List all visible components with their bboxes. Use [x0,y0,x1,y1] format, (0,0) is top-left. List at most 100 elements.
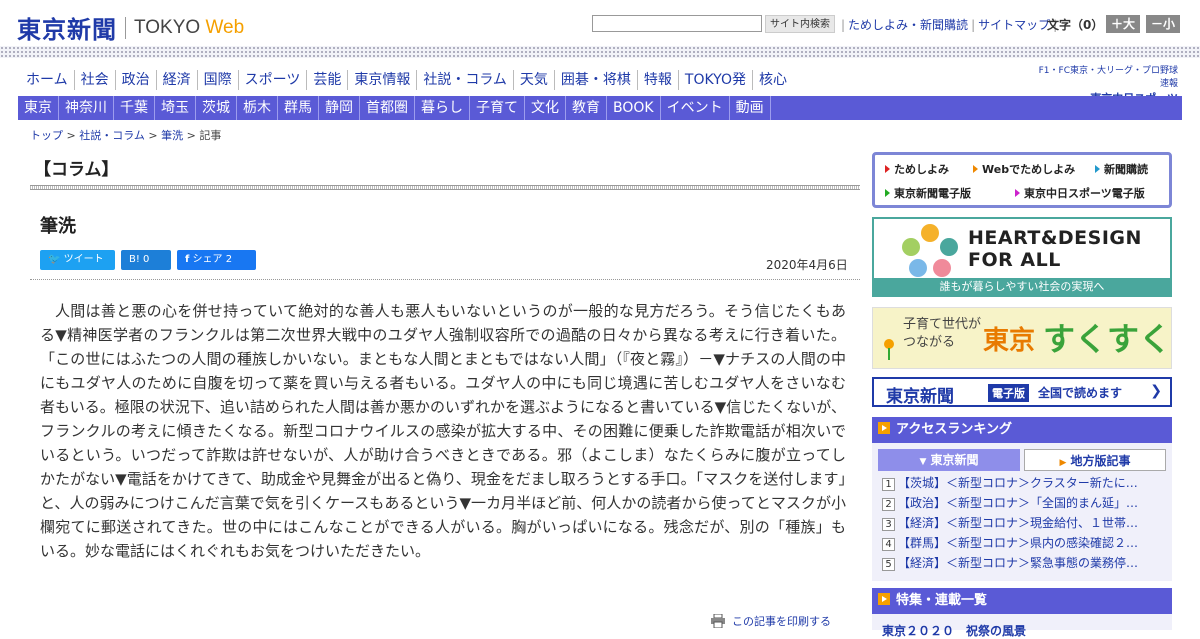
facebook-icon: f [185,254,190,265]
nav-society[interactable]: 社会 [75,70,116,90]
ranking-item-text: 【経済】＜新型コロナ＞緊急事態の業務停… [898,556,1139,570]
logo-separator [125,16,126,39]
sports-logo-line1: F1・FC東京・大リーグ・プロ野球速報 [1038,66,1178,89]
ranking-item[interactable]: 3 【経済】＜新型コロナ＞現金給付、１世帯… [882,513,1162,533]
ranking-item[interactable]: 4 【群馬】＜新型コロナ＞県内の感染確認２… [882,533,1162,553]
chevron-right-icon: ❯ [1150,383,1162,399]
rank-number: 3 [882,518,895,531]
heart-design-bar: 誰もが暮らしやすい社会の実現へ [874,278,1170,295]
region-capital-area[interactable]: 首都圏 [360,96,415,120]
breadcrumb: トップ > 社説・コラム > 筆洗 > 記事 [30,129,222,142]
facebook-share-label: シェア 2 [192,254,233,265]
sukusuku-tagline: 子育て世代が つながる [903,316,981,352]
sukusuku-brand: すくすく [1043,320,1172,358]
link-subscribe-label: 新聞購読 [1104,163,1148,176]
nav-economy[interactable]: 経済 [157,70,198,90]
tab-tokyo-shimbun[interactable]: ▼ 東京新聞 [878,449,1020,471]
top-bar: 東京新聞 TOKYO Web サイト内検索 | ためしよみ・新聞購読 | サイトマップ… [0,0,1200,46]
region-tokyo[interactable]: 東京 [18,96,59,120]
ranking-item-text: 【群馬】＜新型コロナ＞県内の感染確認２… [898,536,1139,550]
ranking-item-text: 【経済】＜新型コロナ＞現金給付、１世帯… [898,516,1139,530]
print-label: この記事を印刷する [732,615,831,628]
region-book[interactable]: BOOK [607,96,661,120]
nav-politics[interactable]: 政治 [116,70,157,90]
digital-edition-badge: 電子版 [988,384,1029,402]
printer-icon [711,614,725,628]
features-box: 特集・連載一覧 東京２０２０ 祝祭の風景 [872,588,1172,638]
facebook-share-button[interactable]: f シェア 2 [177,250,256,270]
nav-editorial-column[interactable]: 社説・コラム [417,70,514,90]
triangle-right-icon [885,189,890,197]
text-size-up-button[interactable]: ＋大 [1106,15,1141,33]
link-trial-label: ためしよみ [894,163,949,176]
link-web-trial[interactable]: Webでためしよみ [973,161,1075,177]
hatena-bookmark-button[interactable]: B! 0 [121,250,171,270]
nav-entertainment[interactable]: 芸能 [307,70,349,90]
triangle-right-icon [1095,165,1100,173]
nav-tokyo-info[interactable]: 東京情報 [348,70,418,90]
heart-design-banner[interactable]: HEART&DESIGN FOR ALL 誰もが暮らしやすい社会の実現へ [872,217,1172,297]
triangle-down-icon: ▼ [919,457,927,467]
region-living[interactable]: 暮らし [415,96,470,120]
region-video[interactable]: 動画 [730,96,771,120]
region-parenting[interactable]: 子育て [470,96,525,120]
region-education[interactable]: 教育 [566,96,607,120]
ranking-item[interactable]: 5 【経済】＜新型コロナ＞緊急事態の業務停… [882,553,1162,573]
tweet-button[interactable]: 🐦 ツイート [40,250,115,270]
nav-special-report[interactable]: 特報 [638,70,679,90]
tab-local-articles[interactable]: ▶ 地方版記事 [1024,449,1166,471]
region-gunma[interactable]: 群馬 [278,96,319,120]
region-saitama[interactable]: 埼玉 [155,96,196,120]
sukusuku-banner[interactable]: 子育て世代が つながる 東京 すくすく [872,307,1172,369]
ranking-item[interactable]: 2 【政治】＜新型コロナ＞「全国的まん延」… [882,493,1162,513]
logo-en-a: TOKYO [134,16,201,38]
nav-international[interactable]: 国際 [198,70,239,90]
region-events[interactable]: イベント [661,96,730,120]
nav-sports[interactable]: スポーツ [239,70,308,90]
access-ranking: アクセスランキング ▼ 東京新聞 ▶ 地方版記事 1 【茨城】＜新型コロナ＞クラス… [872,417,1172,581]
heart-design-title: HEART&DESIGN FOR ALL [968,227,1142,271]
trial-subscribe-link[interactable]: ためしよみ・新聞購読 [848,18,968,32]
nav-weather[interactable]: 天気 [514,70,555,90]
main-nav: ホーム 社会 政治 経済 国際 スポーツ 芸能 東京情報 社説・コラム 天気 囲… [20,70,793,90]
link-trial[interactable]: ためしよみ [885,161,949,177]
link-subscribe[interactable]: 新聞購読 [1095,161,1148,177]
ranking-list: 1 【茨城】＜新型コロナ＞クラスター新たに… 2 【政治】＜新型コロナ＞「全国的まん… [872,473,1172,573]
breadcrumb-hissen[interactable]: 筆洗 [161,129,183,142]
sitemap-link[interactable]: サイトマップ [978,18,1050,32]
breadcrumb-top[interactable]: トップ [30,129,63,142]
dotted-divider [0,46,1200,58]
rank-number: 2 [882,498,895,511]
link-digital[interactable]: 東京新聞電子版 [885,185,971,201]
site-logo[interactable]: 東京新聞 TOKYO Web [17,10,244,45]
nav-home[interactable]: ホーム [20,70,75,90]
nav-tokyo-hatsu[interactable]: TOKYO発 [679,70,753,90]
heart-design-line2: FOR ALL [968,249,1061,271]
article-title: 筆洗 [40,216,76,237]
twitter-bird-icon: 🐦 [48,254,61,265]
print-article-link[interactable]: この記事を印刷する [710,613,831,629]
region-culture[interactable]: 文化 [525,96,566,120]
logo-en-b: Web [205,16,245,38]
region-chiba[interactable]: 千葉 [114,96,155,120]
digital-edition-banner[interactable]: 東京新聞 電子版 全国で読めます ❯ [872,377,1172,407]
region-shizuoka[interactable]: 静岡 [319,96,360,120]
region-ibaraki[interactable]: 茨城 [196,96,237,120]
search-button[interactable]: サイト内検索 [765,15,835,33]
nav-go-shogi[interactable]: 囲碁・将棋 [555,70,638,90]
link-chunichi-digital[interactable]: 東京中日スポーツ電子版 [1015,185,1145,201]
feature-item[interactable]: 東京２０２０ 祝祭の風景 [882,622,1026,639]
breadcrumb-editorial[interactable]: 社説・コラム [79,129,145,142]
link-digital-label: 東京新聞電子版 [894,187,971,200]
ranking-item-text: 【政治】＜新型コロナ＞「全国的まん延」… [898,496,1139,510]
sukusuku-line1: 子育て世代が [903,317,982,332]
nav-core[interactable]: 核心 [753,70,793,90]
text-size-down-button[interactable]: －小 [1146,15,1181,33]
arrow-box-icon [878,593,890,605]
column-heading: 【コラム】 [34,160,119,180]
ranking-item[interactable]: 1 【茨城】＜新型コロナ＞クラスター新たに… [882,473,1162,493]
flower-icon [884,339,894,360]
region-kanagawa[interactable]: 神奈川 [59,96,114,120]
region-tochigi[interactable]: 栃木 [237,96,278,120]
search-input[interactable] [592,15,762,32]
